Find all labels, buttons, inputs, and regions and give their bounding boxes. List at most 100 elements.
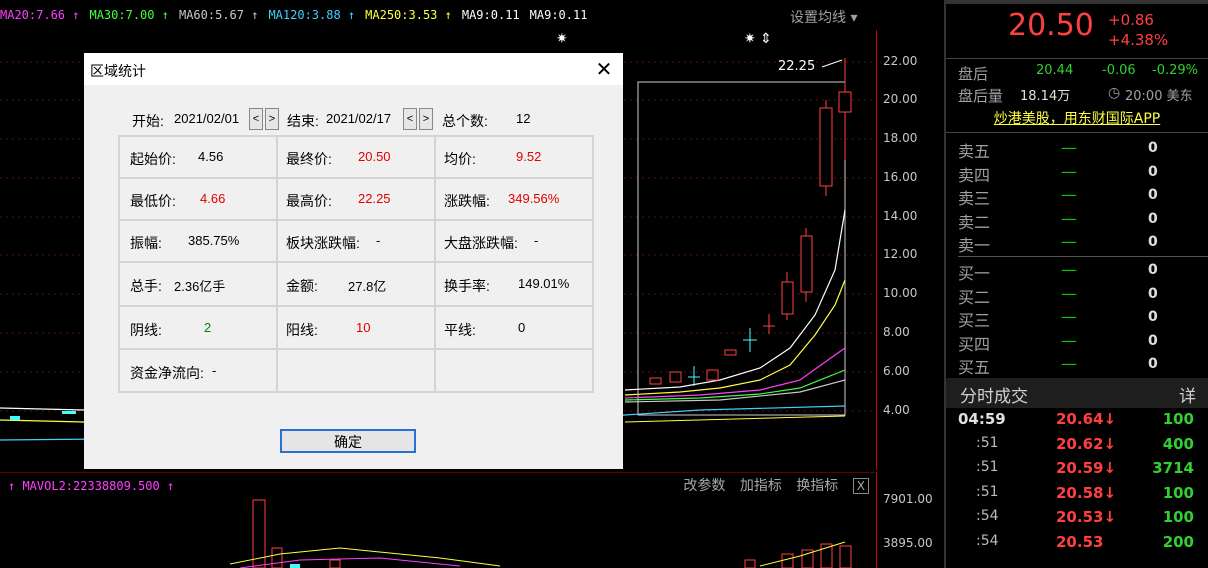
- volume-header: ↑ MAVOL2:22338809.500 ↑ 改参数 加指标 换指标 X: [0, 472, 875, 499]
- ask-row: 卖一 —0: [958, 232, 1158, 255]
- stat-label: 换手率:: [444, 278, 490, 294]
- tick-row: :51 20.62↓ 400: [976, 434, 1194, 453]
- stat-label: 板块涨跌幅:: [286, 235, 360, 251]
- stat-cell: 涨跌幅: 349.56%: [435, 178, 593, 220]
- price-tick: 10.00: [883, 286, 918, 300]
- stat-value: 385.75%: [188, 233, 240, 248]
- price-tick: 18.00: [883, 131, 918, 145]
- price-tick: 14.00: [883, 209, 918, 223]
- ma-legend-bar: MA20:7.66 ↑ MA30:7.00 ↑ MA60:5.67 ↑ MA120:3…: [0, 0, 875, 30]
- ticks-header: 分时成交 详: [946, 378, 1208, 408]
- start-next-button[interactable]: >: [265, 108, 279, 130]
- price-tick: 22.00: [883, 54, 918, 68]
- mavol-legend: ↑ MAVOL2:22338809.500 ↑: [8, 479, 175, 493]
- ma-legend-item: MA9:0.11: [461, 8, 520, 22]
- stat-value: 0: [518, 319, 526, 335]
- count-label: 总个数:: [442, 113, 488, 129]
- price-tick: 20.00: [883, 92, 918, 106]
- ma-legend-item: MA20:7.66 ↑: [0, 8, 80, 22]
- stat-value: -: [376, 233, 381, 248]
- after-hours-row: 盘后 20.44 -0.06 -0.29%: [958, 63, 1198, 83]
- start-prev-button[interactable]: <: [249, 108, 263, 130]
- stat-cell: 换手率: 149.01%: [435, 262, 593, 306]
- clock-icon: ◷: [1108, 85, 1121, 101]
- end-prev-button[interactable]: <: [403, 108, 417, 130]
- stat-cell: 总手: 2.36亿手: [119, 262, 277, 306]
- price-axis: 22.00 20.00 18.00 16.00 14.00 12.00 10.00 8.00 6…: [876, 30, 941, 470]
- ma-line-bottom-yellow: [624, 415, 846, 423]
- dialog-title: 区域统计: [90, 63, 146, 79]
- ask-row: 卖四 —0: [958, 161, 1158, 185]
- switch-indicator-button[interactable]: 换指标: [796, 478, 838, 494]
- high-price-label: 22.25: [778, 59, 815, 74]
- tick-row: 04:59 20.64↓ 100: [958, 410, 1194, 428]
- close-icon[interactable]: ✕: [592, 57, 616, 81]
- tick-row: :54 20.53↓ 100: [976, 508, 1194, 526]
- ma-legend-item: MA120:3.88 ↑: [268, 8, 356, 22]
- stat-label: 大盘涨跌幅:: [444, 235, 518, 251]
- stat-cell: 资金净流向: -: [119, 349, 277, 392]
- close-indicator-icon[interactable]: X: [852, 478, 869, 494]
- volume-axis: 7901.00 3895.00: [876, 472, 941, 568]
- price-tick: 12.00: [883, 247, 918, 261]
- promo-link[interactable]: 炒港美股，用东财国际APP: [946, 108, 1208, 128]
- stat-value: 4.66: [200, 191, 226, 206]
- price-tick: 6.00: [883, 364, 910, 378]
- bid-row: 买二 —0: [958, 283, 1158, 307]
- stat-value: 2: [204, 319, 212, 335]
- stat-value: 9.52: [516, 149, 542, 164]
- star-marker: ✷: [556, 31, 568, 47]
- stat-cell: 平线: 0: [435, 306, 593, 349]
- stat-cell: 均价: 9.52: [435, 136, 593, 178]
- tick-row: :51 20.59↓ 3714: [976, 459, 1194, 477]
- set-ma-button[interactable]: 设置均线 ▾: [790, 7, 857, 27]
- bid-row: 买五 —0: [958, 354, 1158, 377]
- stat-cell: 阳线: 10: [277, 306, 435, 349]
- stat-label: 最终价:: [286, 151, 332, 167]
- stat-value: 149.01%: [518, 276, 570, 291]
- ma-line-left-yellow: [0, 419, 85, 423]
- price-change: +0.86 +4.38%: [1108, 11, 1169, 49]
- ma-line-left-white: [0, 407, 85, 411]
- stat-cell: 大盘涨跌幅: -: [435, 220, 593, 262]
- stat-label: 振幅:: [130, 235, 162, 251]
- dialog-titlebar[interactable]: 区域统计 ✕: [84, 53, 623, 85]
- edit-params-button[interactable]: 改参数: [683, 478, 725, 494]
- quote-panel: 20.50 +0.86 +4.38% 盘后 20.44 -0.06 -0.29%…: [944, 0, 1208, 568]
- stat-cell: [435, 349, 593, 392]
- end-label: 结束:: [287, 113, 319, 129]
- count-value: 12: [516, 111, 531, 126]
- ask-row: 卖五 —0: [958, 138, 1158, 161]
- add-indicator-button[interactable]: 加指标: [740, 478, 782, 494]
- stat-label: 涨跌幅:: [444, 193, 490, 209]
- after-volume-row: 盘后量 18.14万 ◷ 20:00 美东: [958, 85, 1193, 105]
- indicator-tools: 改参数 加指标 换指标 X: [673, 473, 869, 499]
- end-date: 2021/02/17: [326, 111, 392, 126]
- bid-row: 买一 —0: [958, 260, 1158, 283]
- last-price: 20.50: [1008, 8, 1094, 43]
- bid-row: 买四 —0: [958, 330, 1158, 354]
- end-next-button[interactable]: >: [419, 108, 433, 130]
- stat-value: -: [212, 362, 217, 378]
- ok-button[interactable]: 确定: [280, 429, 416, 453]
- stat-cell: 最低价: 4.66: [119, 178, 277, 220]
- stat-label: 均价:: [444, 151, 476, 167]
- start-date: 2021/02/01: [174, 111, 240, 126]
- ma-legend-item: MA30:7.00 ↑: [89, 8, 169, 22]
- stat-value: -: [534, 233, 539, 248]
- price-tick: 16.00: [883, 170, 918, 184]
- vol-tick: 7901.00: [883, 492, 933, 506]
- stat-value: 349.56%: [508, 191, 560, 206]
- ma-legend-item: MA250:3.53 ↑: [365, 8, 452, 22]
- start-label: 开始:: [132, 113, 164, 129]
- stat-cell: [277, 349, 435, 392]
- stat-value: 22.25: [358, 191, 391, 206]
- tick-row: :54 20.53 200: [976, 532, 1194, 551]
- stat-cell: 最终价: 20.50: [277, 136, 435, 178]
- bid-row: 买三 —0: [958, 307, 1158, 330]
- stat-value: 10: [356, 319, 371, 335]
- ma-legend-item: MA9:0.11: [529, 8, 588, 22]
- stat-cell: 板块涨跌幅: -: [277, 220, 435, 262]
- detail-button[interactable]: 详: [1179, 382, 1196, 407]
- stat-cell: 金额: 27.8亿: [277, 262, 435, 306]
